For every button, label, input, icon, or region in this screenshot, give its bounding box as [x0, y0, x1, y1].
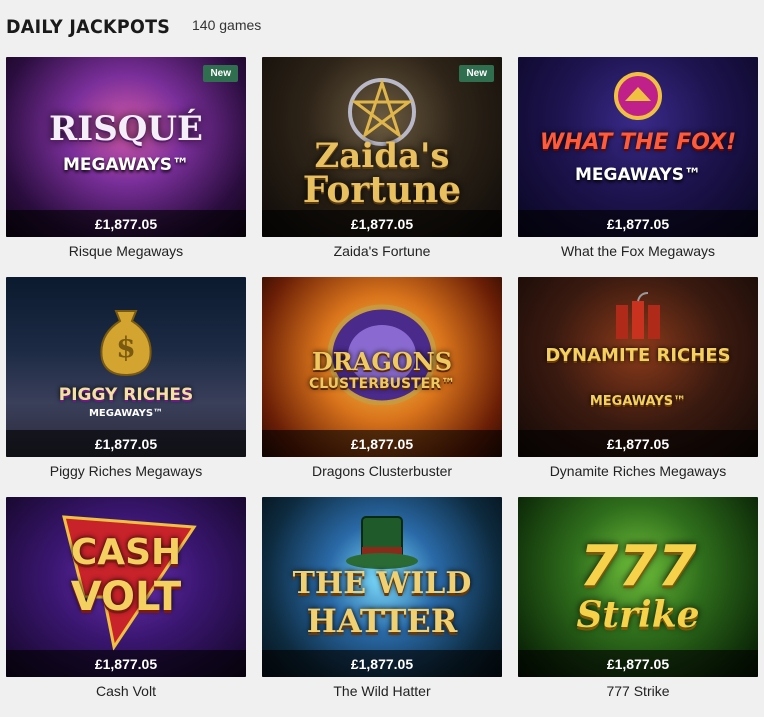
game-tile-cash-volt[interactable]: CASH VOLT £1,877.05 Cash Volt [6, 497, 246, 717]
art-title: THE WILD [292, 566, 472, 601]
fox-emblem-icon [614, 72, 662, 120]
jackpot-amount: £1,877.05 [518, 210, 758, 237]
top-hat-icon [346, 516, 418, 569]
art-title: RISQUÉ [49, 109, 203, 149]
art-title: 777 [579, 534, 697, 599]
new-badge: New [203, 65, 238, 82]
game-tile-zaidas-fortune[interactable]: Zaida's Fortune New £1,877.05 Zaida's Fo… [262, 57, 502, 277]
art-title: Zaida's [314, 136, 450, 176]
jackpot-amount: £1,877.05 [262, 650, 502, 677]
game-thumbnail[interactable]: DYNAMITE RICHES MEGAWAYS™ £1,877.05 [518, 277, 758, 457]
money-bag-icon: $ [100, 310, 152, 377]
game-tile-dragons-clusterbuster[interactable]: DRAGONS CLUSTERBUSTER™ £1,877.05 Dragons… [262, 277, 502, 497]
game-grid: RISQUÉ MEGAWAYS™ New £1,877.05 Risque Me… [6, 57, 758, 717]
game-thumbnail[interactable]: THE WILD HATTER £1,877.05 [262, 497, 502, 677]
game-name[interactable]: Cash Volt [6, 677, 246, 709]
game-name[interactable]: 777 Strike [518, 677, 758, 709]
game-thumbnail[interactable]: WHAT THE FOX! MEGAWAYS™ £1,877.05 [518, 57, 758, 237]
game-name[interactable]: Dynamite Riches Megaways [518, 457, 758, 489]
art-title: PIGGY RICHES [58, 385, 194, 405]
game-name[interactable]: What the Fox Megaways [518, 237, 758, 269]
art-title: DRAGONS [311, 347, 453, 376]
jackpot-amount: £1,877.05 [6, 430, 246, 457]
game-name[interactable]: Piggy Riches Megaways [6, 457, 246, 489]
game-tile-dynamite-riches-megaways[interactable]: DYNAMITE RICHES MEGAWAYS™ £1,877.05 Dyna… [518, 277, 758, 497]
game-name[interactable]: Risque Megaways [6, 237, 246, 269]
jackpot-amount: £1,877.05 [518, 650, 758, 677]
jackpot-amount: £1,877.05 [6, 650, 246, 677]
svg-text:$: $ [116, 331, 135, 364]
art-subtitle: VOLT [70, 574, 182, 620]
dynamite-icon [616, 292, 660, 339]
game-name[interactable]: Dragons Clusterbuster [262, 457, 502, 489]
game-name[interactable]: Zaida's Fortune [262, 237, 502, 269]
art-subtitle: Fortune [302, 169, 462, 211]
art-subtitle: Strike [576, 594, 700, 636]
art-title: DYNAMITE RICHES [545, 345, 731, 366]
art-subtitle: MEGAWAYS™ [589, 394, 687, 409]
jackpot-amount: £1,877.05 [262, 430, 502, 457]
game-tile-777-strike[interactable]: 777 Strike £1,877.05 777 Strike [518, 497, 758, 717]
jackpot-amount: £1,877.05 [518, 430, 758, 457]
art-subtitle: MEGAWAYS™ [63, 155, 189, 175]
game-count[interactable]: 140 games [192, 17, 261, 33]
art-subtitle: HATTER [306, 602, 458, 640]
game-name[interactable]: The Wild Hatter [262, 677, 502, 709]
game-thumbnail[interactable]: CASH VOLT £1,877.05 [6, 497, 246, 677]
game-tile-piggy-riches-megaways[interactable]: $ PIGGY RICHES MEGAWAYS™ £1,877.05 Piggy… [6, 277, 246, 497]
art-subtitle: MEGAWAYS™ [88, 408, 164, 419]
game-tile-what-the-fox-megaways[interactable]: WHAT THE FOX! MEGAWAYS™ £1,877.05 What t… [518, 57, 758, 277]
art-title: WHAT THE FOX! [539, 130, 737, 155]
art-title: CASH [70, 532, 182, 573]
section-title: DAILY JACKPOTS [6, 16, 171, 38]
game-thumbnail[interactable]: DRAGONS CLUSTERBUSTER™ £1,877.05 [262, 277, 502, 457]
game-thumbnail[interactable]: Zaida's Fortune New £1,877.05 [262, 57, 502, 237]
art-subtitle: CLUSTERBUSTER™ [308, 376, 456, 392]
jackpot-amount: £1,877.05 [262, 210, 502, 237]
game-thumbnail[interactable]: $ PIGGY RICHES MEGAWAYS™ £1,877.05 [6, 277, 246, 457]
game-tile-risque-megaways[interactable]: RISQUÉ MEGAWAYS™ New £1,877.05 Risque Me… [6, 57, 246, 277]
game-tile-the-wild-hatter[interactable]: THE WILD HATTER £1,877.05 The Wild Hatte… [262, 497, 502, 717]
game-thumbnail[interactable]: 777 Strike £1,877.05 [518, 497, 758, 677]
new-badge: New [459, 65, 494, 82]
jackpot-amount: £1,877.05 [6, 210, 246, 237]
game-thumbnail[interactable]: RISQUÉ MEGAWAYS™ New £1,877.05 [6, 57, 246, 237]
art-subtitle: MEGAWAYS™ [575, 165, 701, 185]
section-header: DAILY JACKPOTS 140 games [6, 12, 261, 42]
